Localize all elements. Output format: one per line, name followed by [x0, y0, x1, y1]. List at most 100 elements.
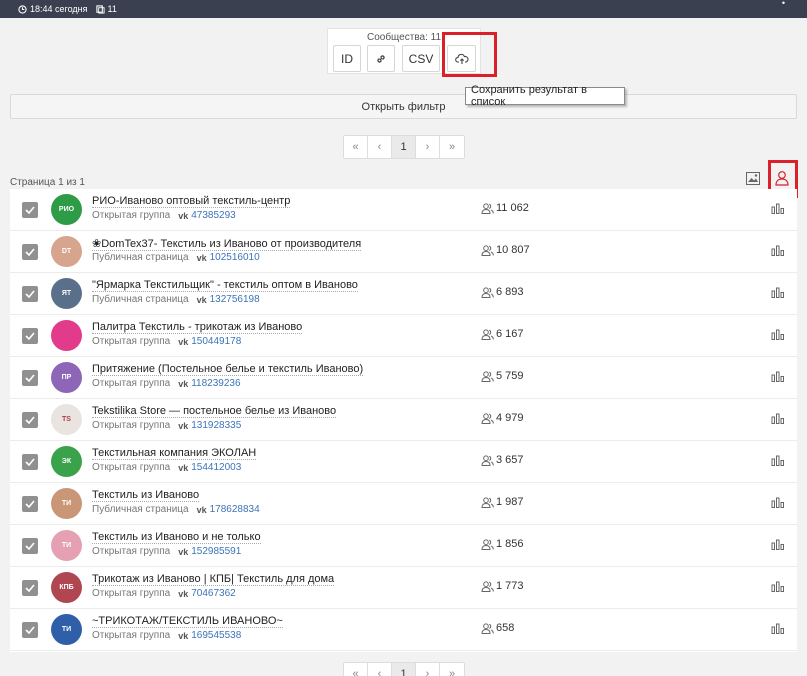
community-id-link[interactable]: 70467362 [191, 588, 236, 599]
table-row: ЭК Текстильная компания ЭКОЛАН Открытая гр… [10, 441, 797, 483]
check-icon [25, 626, 35, 634]
export-links-button[interactable] [367, 45, 395, 72]
community-id-link[interactable]: 169545538 [191, 630, 241, 641]
community-id-link[interactable]: 118239236 [191, 378, 240, 389]
community-avatar[interactable]: ЯТ [51, 278, 82, 309]
community-name[interactable]: Палитра Текстиль - трикотаж из Иваново [92, 321, 303, 334]
community-id-link[interactable]: 154412003 [191, 462, 241, 473]
check-icon [25, 374, 35, 382]
export-csv-button[interactable]: CSV [402, 45, 440, 72]
bar-chart-icon[interactable] [771, 412, 785, 424]
community-avatar[interactable]: ПР [51, 362, 82, 393]
prev-page-button[interactable]: ‹ [368, 136, 392, 158]
community-name[interactable]: ~ТРИКОТАЖ/ТЕКСТИЛЬ ИВАНОВО~ [92, 615, 283, 628]
row-checkbox[interactable] [22, 370, 38, 386]
community-id-link[interactable]: 47385293 [191, 210, 236, 221]
row-checkbox[interactable] [22, 244, 38, 260]
community-id-link[interactable]: 152985591 [191, 546, 241, 557]
community-name[interactable]: Притяжение (Постельное белье и текстиль … [92, 363, 364, 376]
row-checkbox[interactable] [22, 538, 38, 554]
members-count: 11 062 [481, 202, 529, 214]
community-meta: Открытая группа vk 150449178 [92, 336, 241, 347]
check-icon [25, 290, 35, 298]
open-filter-button[interactable]: Открыть фильтр [10, 94, 797, 119]
community-id-link[interactable]: 178628834 [210, 504, 260, 515]
community-name[interactable]: ❀DomTex37- Текстиль из Иваново от произв… [92, 237, 362, 251]
row-checkbox[interactable] [22, 328, 38, 344]
community-avatar[interactable]: ЭК [51, 446, 82, 477]
community-avatar[interactable]: DT [51, 236, 82, 267]
members-value: 1 773 [496, 580, 524, 592]
users-icon [481, 580, 494, 592]
bar-chart-icon[interactable] [771, 244, 785, 256]
community-name[interactable]: Текстиль из Иваново и не только [92, 531, 261, 544]
check-icon [25, 542, 35, 550]
image-icon[interactable] [746, 172, 760, 185]
community-name[interactable]: РИО-Иваново оптовый текстиль-центр [92, 195, 291, 208]
community-name[interactable]: Текстиль из Иваново [92, 489, 200, 502]
community-avatar[interactable]: КПБ [51, 572, 82, 603]
members-value: 6 893 [496, 286, 524, 298]
export-id-button[interactable]: ID [333, 45, 361, 72]
row-checkbox[interactable] [22, 412, 38, 428]
vk-icon: vk [196, 294, 207, 305]
bar-chart-icon[interactable] [771, 286, 785, 298]
row-checkbox[interactable] [22, 496, 38, 512]
members-value: 4 979 [496, 412, 524, 424]
bar-chart-icon[interactable] [771, 370, 785, 382]
copy-icon [95, 4, 105, 14]
close-icon[interactable]: • [782, 0, 785, 8]
members-count: 6 167 [481, 328, 524, 340]
last-page-button[interactable]: » [440, 663, 464, 676]
table-row: ТИ Текстиль из Иваново Публичная страница v… [10, 483, 797, 525]
community-avatar[interactable]: ТИ [51, 488, 82, 519]
page-1-button[interactable]: 1 [392, 136, 416, 158]
members-count: 6 893 [481, 286, 524, 298]
community-id-link[interactable]: 150449178 [191, 336, 241, 347]
community-name[interactable]: Текстильная компания ЭКОЛАН [92, 447, 257, 460]
bar-chart-icon[interactable] [771, 622, 785, 634]
bar-chart-icon[interactable] [771, 454, 785, 466]
community-avatar[interactable]: ТИ [51, 530, 82, 561]
community-avatar[interactable]: TS [51, 404, 82, 435]
row-checkbox[interactable] [22, 202, 38, 218]
vk-icon: vk [178, 420, 189, 431]
first-page-button[interactable]: « [344, 136, 368, 158]
next-page-button[interactable]: › [416, 663, 440, 676]
community-meta: Открытая группа vk 118239236 [92, 378, 241, 389]
community-meta: Открытая группа vk 70467362 [92, 588, 236, 599]
bar-chart-icon[interactable] [771, 538, 785, 550]
next-page-button[interactable]: › [416, 136, 440, 158]
bar-chart-icon[interactable] [771, 496, 785, 508]
community-id-link[interactable]: 132756198 [210, 294, 260, 305]
row-checkbox[interactable] [22, 622, 38, 638]
bar-chart-icon[interactable] [771, 580, 785, 592]
community-avatar[interactable] [51, 320, 82, 351]
community-avatar[interactable]: ТИ [51, 614, 82, 645]
community-type: Открытая группа [92, 378, 171, 389]
community-type: Открытая группа [92, 336, 171, 347]
users-icon [481, 622, 494, 634]
row-checkbox[interactable] [22, 454, 38, 470]
row-checkbox[interactable] [22, 286, 38, 302]
row-checkbox[interactable] [22, 580, 38, 596]
bar-chart-icon[interactable] [771, 328, 785, 340]
time-text: 18:44 сегодня [30, 4, 88, 14]
vk-icon: vk [178, 588, 189, 599]
count-text: 11 [107, 4, 117, 14]
vk-icon: vk [196, 504, 207, 515]
first-page-button[interactable]: « [344, 663, 368, 676]
page-1-button[interactable]: 1 [392, 663, 416, 676]
prev-page-button[interactable]: ‹ [368, 663, 392, 676]
last-page-button[interactable]: » [440, 136, 464, 158]
community-avatar[interactable]: РИО [51, 194, 82, 225]
community-id-link[interactable]: 102516010 [210, 252, 260, 263]
community-name[interactable]: "Ярмарка Текстильщик" - текстиль оптом в… [92, 279, 358, 292]
users-icon [481, 328, 494, 340]
community-type: Публичная страница [92, 294, 189, 305]
community-name[interactable]: Трикотаж из Иваново | КПБ| Текстиль для … [92, 573, 335, 586]
bar-chart-icon[interactable] [771, 202, 785, 214]
community-name[interactable]: Tekstilika Store — постельное белье из И… [92, 405, 337, 418]
users-icon [481, 538, 494, 550]
community-id-link[interactable]: 131928335 [191, 420, 241, 431]
